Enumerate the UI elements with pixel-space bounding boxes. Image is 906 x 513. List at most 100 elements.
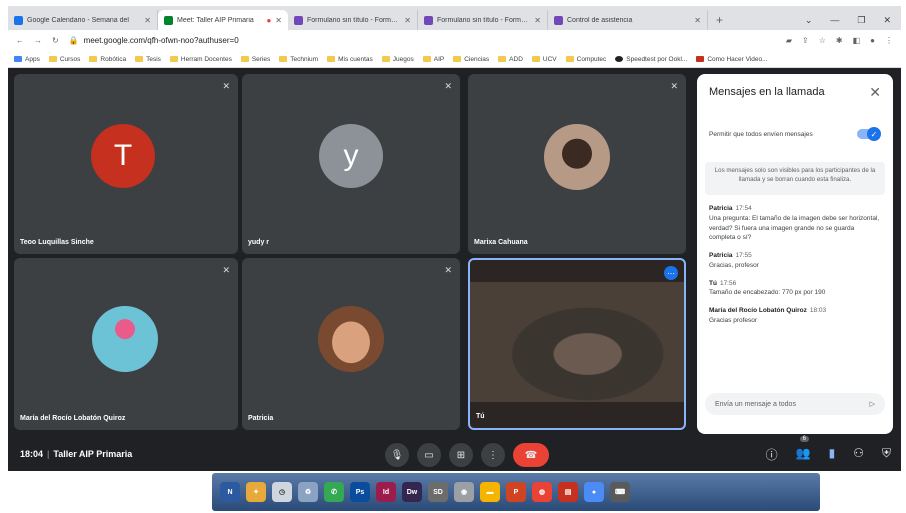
bookmark-folder[interactable]: Series xyxy=(240,56,270,63)
reload-icon[interactable]: ↻ xyxy=(52,36,59,45)
dw-icon[interactable]: Dw xyxy=(402,482,422,502)
participant-tile[interactable]: ✕ María del Rocío Lobatón Quiroz xyxy=(14,258,238,430)
close-icon[interactable]: ✕ xyxy=(275,16,282,25)
share-icon[interactable]: ⇪ xyxy=(802,36,809,45)
profile-icon[interactable]: ● xyxy=(870,36,875,45)
camera-icon[interactable]: ▰ xyxy=(786,36,792,45)
bookmark-video[interactable]: Como Hacer Video... xyxy=(696,56,768,63)
new-tab-icon[interactable]: + xyxy=(708,10,731,30)
bookmark-folder[interactable]: Ciencias xyxy=(453,56,489,63)
bookmark-folder[interactable]: UCV xyxy=(531,56,557,63)
chat-input[interactable]: Envía un mensaje a todos ▷ xyxy=(705,393,885,415)
tab-asistencia[interactable]: Control de asistencia ✕ xyxy=(548,10,708,30)
ps-icon[interactable]: Ps xyxy=(350,482,370,502)
close-icon[interactable]: ✕ xyxy=(534,16,541,25)
folder-icon xyxy=(327,56,336,62)
folder-icon xyxy=(48,56,57,62)
app-icon[interactable]: ◉ xyxy=(454,482,474,502)
close-icon[interactable]: ✕ xyxy=(694,16,701,25)
bookmark-folder[interactable]: Herram Docentes xyxy=(169,56,232,63)
app-icon[interactable]: N xyxy=(220,482,240,502)
bookmark-folder[interactable]: Computec xyxy=(565,56,606,63)
close-window-icon[interactable]: ✕ xyxy=(883,15,891,26)
chrome-icon[interactable]: ◍ xyxy=(532,482,552,502)
phone-icon[interactable]: ✆ xyxy=(324,482,344,502)
app-icon[interactable]: ✦ xyxy=(246,482,266,502)
bookmark-folder[interactable]: Juegos xyxy=(381,56,414,63)
people-icon[interactable]: 👥 6 xyxy=(796,436,811,463)
more-icon[interactable]: ⋮ xyxy=(481,443,505,467)
tab-meet[interactable]: Meet: Taller AIP Primaria ● ✕ xyxy=(158,10,288,30)
host-controls-icon[interactable]: ⛨ xyxy=(882,446,891,463)
bookmark-folder[interactable]: Robótica xyxy=(89,56,126,63)
bookmark-folder[interactable]: Technium xyxy=(279,56,318,63)
bookmark-folder[interactable]: ADD xyxy=(498,56,523,63)
pdf-icon[interactable]: ▤ xyxy=(558,482,578,502)
allow-messages-toggle[interactable]: ✓ xyxy=(857,127,881,141)
folder-icon xyxy=(531,56,540,62)
restore-icon[interactable]: ❐ xyxy=(857,15,865,26)
self-video-tile[interactable]: ⋯ Tú xyxy=(468,258,686,430)
window-controls: ⌄ — ❐ ✕ xyxy=(795,10,901,30)
call-controls: 🎙 ▭ ⊞ ⋮ ☎ xyxy=(385,443,549,467)
browser-window: Google Calendario - Semana del ✕ Meet: T… xyxy=(8,6,901,471)
bookmark-folder[interactable]: Cursos xyxy=(48,56,80,63)
bookmark-speedtest[interactable]: Speedtest por Ookl... xyxy=(615,56,687,63)
participant-tile[interactable]: ✕ T Teoo Luquillas Sinche xyxy=(14,74,238,254)
minimize-icon[interactable]: — xyxy=(830,15,839,25)
chat-messages: Patricia 17:54 Una pregunta: El tamaño de… xyxy=(709,196,881,386)
mic-off-icon: ✕ xyxy=(670,81,678,91)
tab-calendar[interactable]: Google Calendario - Semana del ✕ xyxy=(8,10,158,30)
bookmark-folder[interactable]: Tesis xyxy=(135,56,161,63)
folder-icon xyxy=(422,56,431,62)
meeting-info: 18:04 | Taller AIP Primaria xyxy=(20,449,133,459)
id-icon[interactable]: Id xyxy=(376,482,396,502)
recycle-icon[interactable]: ♻ xyxy=(298,482,318,502)
participant-tile[interactable]: ✕ y yudy r xyxy=(242,74,460,254)
present-icon[interactable]: ⊞ xyxy=(449,443,473,467)
forms-icon xyxy=(294,15,303,25)
folder-icon[interactable]: ▬ xyxy=(480,482,500,502)
chat-icon[interactable]: ▮ xyxy=(829,446,836,463)
folder-icon xyxy=(453,56,462,62)
tab-form-1[interactable]: Formulario sin título - Formulario ✕ xyxy=(288,10,418,30)
end-call-icon[interactable]: ☎ xyxy=(513,443,549,467)
avatar-photo xyxy=(544,124,610,190)
menu-icon[interactable]: ⋮ xyxy=(885,36,893,45)
folder-icon xyxy=(381,56,390,62)
chat-info-notice: Los mensajes solo son visibles para los … xyxy=(705,162,885,195)
participant-tile[interactable]: ✕ Marixa Cahuana xyxy=(468,74,686,254)
app-icon[interactable]: ⌨ xyxy=(610,482,630,502)
chat-message: Patricia 17:55 Gracias, profesor xyxy=(709,252,759,269)
close-icon[interactable]: ✕ xyxy=(869,84,881,101)
bookmark-folder[interactable]: Mis cuentas xyxy=(327,56,373,63)
send-icon[interactable]: ▷ xyxy=(870,400,875,408)
address-bar[interactable]: 🔒 meet.google.com/qfh-ofwn-noo?authuser=… xyxy=(69,33,776,48)
close-icon[interactable]: ✕ xyxy=(144,16,151,25)
back-icon[interactable]: ← xyxy=(16,36,24,45)
star-icon[interactable]: ☆ xyxy=(819,36,826,45)
extensions-icon[interactable]: ✱ xyxy=(836,36,843,45)
folder-icon xyxy=(240,56,249,62)
bookmark-apps[interactable]: Apps xyxy=(14,56,40,63)
powerpoint-icon[interactable]: P xyxy=(506,482,526,502)
tab-form-2[interactable]: Formulario sin título - Formulario ✕ xyxy=(418,10,548,30)
camera-toggle-icon[interactable]: ▭ xyxy=(417,443,441,467)
app-icon[interactable]: SD xyxy=(428,482,448,502)
more-options-icon[interactable]: ⋯ xyxy=(664,266,678,280)
speedtest-icon xyxy=(615,56,624,62)
forward-icon[interactable]: → xyxy=(34,36,42,45)
activities-icon[interactable]: ⚇ xyxy=(853,446,864,463)
avatar: y xyxy=(319,124,383,188)
mic-icon[interactable]: 🎙 xyxy=(385,443,409,467)
folder-icon xyxy=(565,56,574,62)
close-icon[interactable]: ✕ xyxy=(404,16,411,25)
app-icon[interactable]: ● xyxy=(584,482,604,502)
video-icon xyxy=(696,56,705,62)
info-icon[interactable]: ⓘ xyxy=(766,446,778,463)
sidebar-icon[interactable]: ◧ xyxy=(853,36,861,45)
bookmark-folder[interactable]: AIP xyxy=(422,56,444,63)
chevron-down-icon[interactable]: ⌄ xyxy=(805,15,813,26)
clock-icon[interactable]: ◷ xyxy=(272,482,292,502)
participant-tile[interactable]: ✕ Patricia xyxy=(242,258,460,430)
